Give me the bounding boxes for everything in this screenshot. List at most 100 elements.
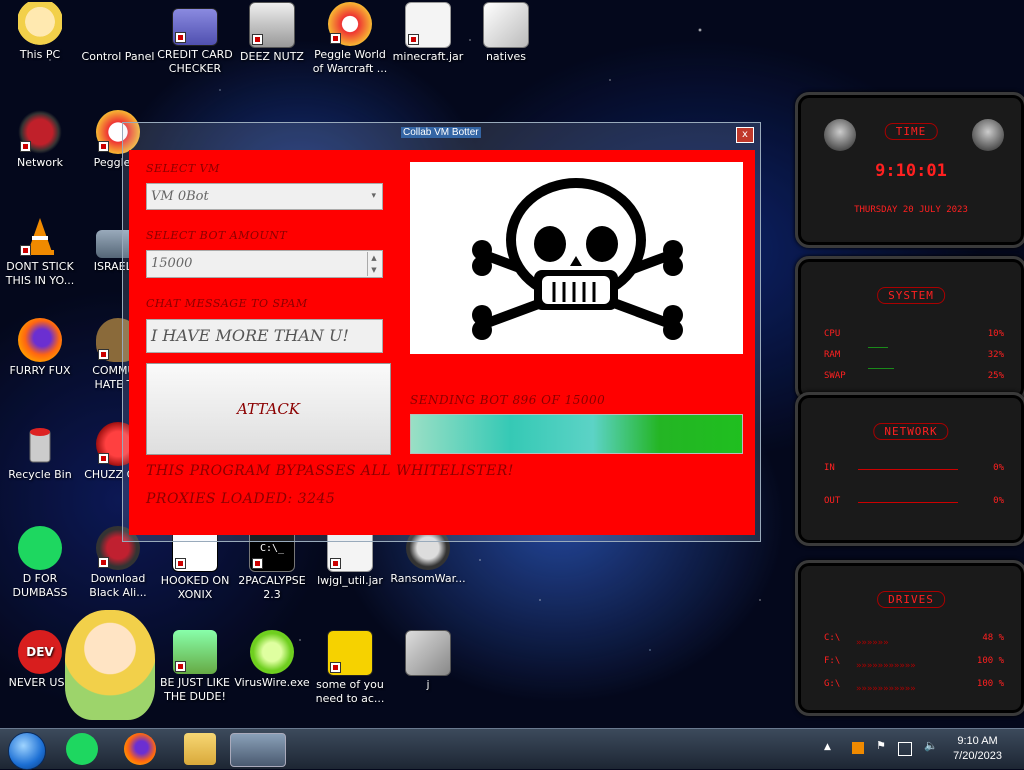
dev-cpp-icon: DEV — [18, 630, 62, 674]
drives-widget: DRIVES C:\ 48 % F:\ 100 % G:\ 100 % »»»»»»»… — [795, 560, 1024, 716]
system-widget: SYSTEM CPU 10% RAM 32% SWAP 25% — [795, 256, 1024, 402]
beaver-icon — [327, 630, 373, 676]
network-row-in: IN 0% — [824, 463, 1004, 473]
proxies-text: PROXIES LOADED: 3245 — [146, 491, 336, 507]
cartoon-girl-figure — [60, 610, 160, 722]
alien-head-icon — [824, 119, 856, 151]
credit-card-icon — [172, 8, 218, 46]
taskbar-time: 9:10 AM — [957, 735, 998, 747]
taskbar-chat-app-icon[interactable] — [66, 733, 98, 765]
net-in-graph-line — [858, 469, 958, 470]
ram-value: 32% — [987, 350, 1004, 360]
cpu-label: CPU — [824, 329, 841, 339]
desktop-icon-label: 2PACALYPSE 2.3 — [238, 574, 306, 601]
net-out-graph-line — [858, 502, 958, 503]
system-row-swap: SWAP 25% — [824, 371, 1004, 381]
desktop-icon-recycle-bin[interactable]: Recycle Bin — [0, 422, 80, 482]
chat-message-input[interactable]: I HAVE MORE THAN U! — [146, 319, 383, 353]
firefox-icon — [18, 318, 62, 362]
desktop-icon-label: HOOKED ON XONIX — [160, 574, 230, 601]
desktop-icon-firefox[interactable]: FURRY FUX — [0, 318, 80, 378]
ram-graph-line — [868, 347, 888, 348]
desktop-icon-label: D FOR DUMBASS — [12, 572, 68, 599]
desktop-icon-label: RansomWar... — [390, 572, 466, 585]
bot-amount-stepper[interactable]: 15000 ▲ ▼ — [146, 250, 383, 278]
net-out-label: OUT — [824, 496, 841, 506]
taskbar-clock[interactable]: 9:10 AM 7/20/2023 — [953, 734, 1002, 764]
taskbar-date: 7/20/2023 — [953, 750, 1002, 762]
drive-g-value: 100 % — [976, 679, 1004, 689]
swap-graph-line — [868, 368, 894, 369]
alien-head-icon — [972, 119, 1004, 151]
vm-select-value: VM 0Bot — [151, 189, 209, 204]
desktop-icon-viruswire[interactable]: VirusWire.exe — [232, 630, 312, 690]
network-icon[interactable] — [898, 742, 912, 756]
desktop-icon-d-for-dumbass[interactable]: D FOR DUMBASS — [0, 526, 80, 600]
start-button[interactable] — [8, 732, 46, 770]
desktop-icon-label: Peggle World of Warcraft ... — [312, 48, 388, 75]
desktop-icon-label: Recycle Bin — [8, 468, 72, 481]
time-widget: TIME 9:10:01 THURSDAY 20 JULY 2023 — [795, 92, 1024, 248]
desktop-icon-label: CREDIT CARD CHECKER — [157, 48, 233, 75]
desktop-icon-some-of-you[interactable]: some of you need to ac... — [310, 630, 390, 706]
desktop-icon-control-panel[interactable]: Control Panel — [78, 50, 158, 64]
net-in-label: IN — [824, 463, 835, 473]
limewire-icon — [250, 630, 294, 674]
desktop-icon-credit-card-checker[interactable]: CREDIT CARD CHECKER — [155, 2, 235, 76]
taskbar-botter-app-icon[interactable] — [230, 733, 286, 767]
chat-message-label: CHAT MESSAGE TO SPAM — [146, 297, 308, 310]
drive-chevrons-icon: »»»»»»»»»»»»»»»»»»»»»»»»»»»» — [856, 638, 916, 694]
attack-button[interactable]: ATTACK — [146, 363, 391, 455]
taskbar-file-explorer-icon[interactable] — [184, 733, 216, 765]
chevron-down-icon: ▾ — [371, 191, 376, 201]
desktop-icon-label: j — [426, 678, 430, 691]
show-hidden-icons-icon[interactable]: ▲ — [824, 742, 836, 754]
file-icon — [405, 630, 451, 676]
network-widget-title: NETWORK — [873, 423, 949, 440]
desktop-icon-j[interactable]: j — [388, 630, 468, 692]
drive-f-label: F:\ — [824, 656, 841, 666]
app-panel: SELECT VM VM 0Bot ▾ SELECT BOT AMOUNT 15… — [129, 150, 755, 535]
desktop-icon-minecraft-jar[interactable]: minecraft.jar — [388, 2, 468, 64]
net-out-value: 0% — [993, 496, 1004, 506]
desktop-icon-deez-nutz[interactable]: DEEZ NUTZ — [232, 2, 312, 64]
desktop-icon-label: Control Panel — [81, 50, 155, 63]
time-widget-title: TIME — [884, 123, 938, 140]
swap-label: SWAP — [824, 371, 846, 381]
network-row-out: OUT 0% — [824, 496, 1004, 506]
desktop-icon-be-just-like-the-dude[interactable]: BE JUST LIKE THE DUDE! — [155, 630, 235, 704]
bot-amount-label: SELECT BOT AMOUNT — [146, 229, 288, 242]
status-text: SENDING BOT 896 OF 15000 — [410, 393, 606, 407]
recycle-bin-icon — [18, 422, 62, 466]
desktop-icon-natives[interactable]: natives — [466, 2, 546, 64]
bot-amount-value: 15000 — [151, 256, 193, 271]
taskbar: ▲ ⚑ 🔈 9:10 AM 7/20/2023 — [0, 728, 1024, 770]
stepper-arrows-icon[interactable]: ▲ ▼ — [367, 252, 380, 276]
alien-network-icon — [18, 110, 62, 154]
taskbar-firefox-icon[interactable] — [124, 733, 156, 765]
desktop-icon-network[interactable]: Network — [0, 110, 80, 170]
desktop-icon-this-pc[interactable]: This PC — [0, 2, 80, 62]
time-widget-clock: 9:10:01 — [875, 161, 947, 181]
flag-icon[interactable]: ⚑ — [876, 739, 888, 752]
system-row-ram: RAM 32% — [824, 350, 1004, 360]
skull-crossbones-icon — [472, 178, 683, 340]
drives-widget-title: DRIVES — [877, 591, 945, 608]
dude-portrait-icon — [173, 630, 217, 674]
system-row-cpu: CPU 10% — [824, 329, 1004, 339]
desktop-icon-peggle-wow[interactable]: Peggle World of Warcraft ... — [310, 2, 390, 76]
desktop-icon-label: DONT STICK THIS IN YO... — [5, 260, 75, 287]
drive-g-label: G:\ — [824, 679, 841, 689]
desktop-icon-label: FURRY FUX — [9, 364, 71, 377]
desktop-icon-label: natives — [485, 50, 527, 63]
tray-app-icon[interactable] — [852, 742, 864, 754]
vm-select[interactable]: VM 0Bot ▾ — [146, 183, 383, 210]
system-widget-title: SYSTEM — [877, 287, 945, 304]
cartoon-girl-icon — [65, 610, 155, 720]
volume-icon[interactable]: 🔈 — [924, 739, 938, 752]
desktop-icon-label: minecraft.jar — [392, 50, 464, 63]
desktop-icon-label: VirusWire.exe — [234, 676, 310, 689]
desktop-icon-vlc[interactable]: DONT STICK THIS IN YO... — [0, 214, 80, 288]
close-button[interactable]: x — [736, 127, 754, 143]
drive-c-value: 48 % — [982, 633, 1004, 643]
